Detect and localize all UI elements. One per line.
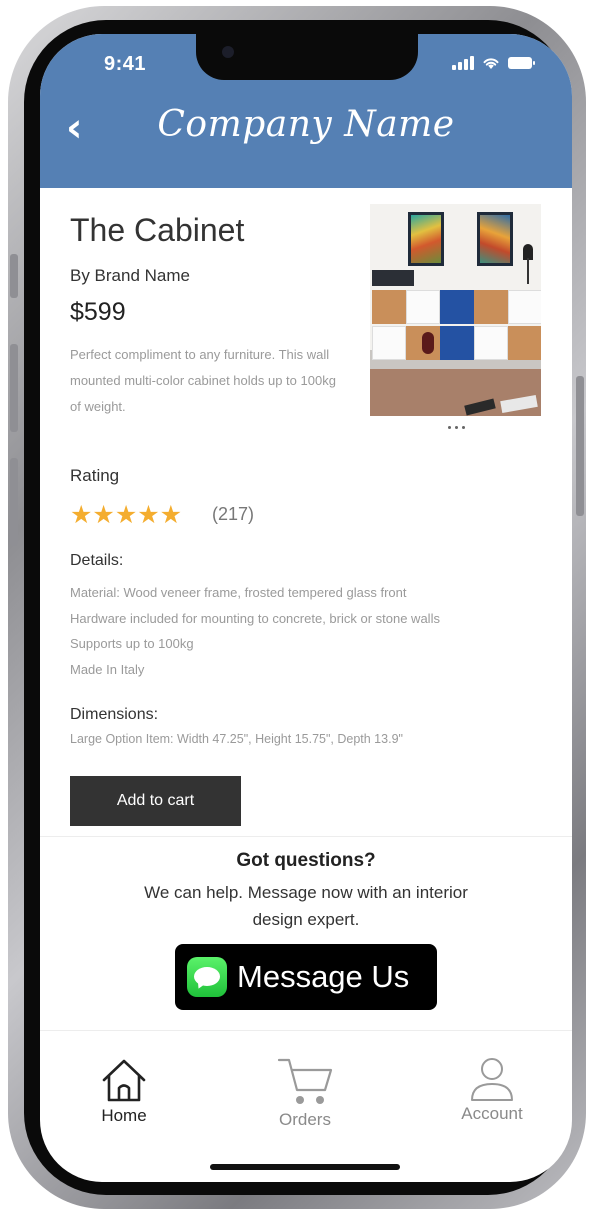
rating-count[interactable]: (217) bbox=[212, 504, 254, 525]
message-us-label: Message Us bbox=[237, 959, 410, 994]
carousel-dots[interactable] bbox=[448, 426, 465, 429]
image-cabinet-cell bbox=[372, 326, 406, 360]
tab-home[interactable]: Home bbox=[64, 1056, 184, 1126]
product-description: Perfect compliment to any furniture. Thi… bbox=[70, 347, 336, 414]
home-icon bbox=[102, 1059, 146, 1102]
product-brand: By Brand Name bbox=[70, 266, 190, 285]
dimensions-label: Dimensions: bbox=[70, 706, 159, 723]
details-item: Supports up to 100kg bbox=[70, 636, 194, 651]
details-item: Hardware included for mounting to concre… bbox=[70, 610, 440, 626]
signal-icon bbox=[452, 56, 474, 70]
questions-text: We can help. Message now with an interio… bbox=[144, 883, 468, 929]
wifi-icon bbox=[483, 58, 499, 69]
message-us-button[interactable]: Message Us bbox=[175, 944, 437, 1010]
image-artwork bbox=[477, 212, 513, 266]
tab-home-label: Home bbox=[101, 1106, 147, 1125]
image-cabinet-cell bbox=[508, 326, 541, 360]
messages-icon bbox=[187, 957, 227, 997]
cart-icon bbox=[277, 1058, 333, 1104]
image-cabinet-cell bbox=[440, 326, 474, 360]
product-title: The Cabinet bbox=[70, 212, 245, 248]
volume-down-button bbox=[10, 458, 18, 546]
app-screen: 9:41 ‹ Company Name The Cabinet By Brand… bbox=[40, 34, 572, 1182]
image-cabinet-cell bbox=[474, 290, 508, 324]
image-vase bbox=[422, 332, 434, 354]
mute-switch bbox=[10, 254, 18, 298]
add-to-cart-button[interactable]: Add to cart bbox=[70, 776, 241, 826]
tab-account-label: Account bbox=[461, 1104, 523, 1123]
image-cabinet-cell bbox=[474, 326, 508, 360]
company-name: Company Name bbox=[157, 104, 455, 145]
volume-up-button bbox=[10, 344, 18, 432]
camera-icon bbox=[222, 46, 234, 58]
details-list: Material: Wood veneer frame, frosted tem… bbox=[70, 580, 440, 682]
details-label: Details: bbox=[70, 552, 124, 569]
questions-title: Got questions? bbox=[236, 850, 376, 871]
image-cabinet-cell bbox=[508, 290, 541, 324]
tab-orders-label: Orders bbox=[279, 1110, 331, 1129]
image-cabinet-cell bbox=[372, 290, 406, 324]
product-price: $599 bbox=[70, 298, 126, 326]
product-image[interactable] bbox=[370, 204, 541, 416]
image-radio bbox=[372, 270, 414, 286]
home-indicator[interactable] bbox=[210, 1164, 400, 1170]
star-rating: ★★★★★ bbox=[70, 500, 183, 529]
battery-icon bbox=[508, 57, 535, 69]
rating-label: Rating bbox=[70, 466, 120, 485]
status-icons bbox=[452, 56, 535, 70]
tab-orders[interactable]: Orders bbox=[245, 1056, 365, 1130]
divider bbox=[40, 1030, 572, 1031]
status-time: 9:41 bbox=[104, 53, 147, 75]
details-item: Made In Italy bbox=[70, 661, 145, 677]
dimensions-text: Large Option Item: Width 47.25", Height … bbox=[70, 732, 403, 746]
app-header: 9:41 ‹ Company Name bbox=[40, 34, 572, 188]
image-cabinet-cell bbox=[440, 290, 474, 324]
image-artwork bbox=[408, 212, 444, 266]
image-lamp-stem bbox=[527, 258, 529, 284]
image-cabinet-cell bbox=[406, 290, 440, 324]
divider bbox=[40, 836, 572, 837]
power-button bbox=[576, 376, 584, 516]
user-icon bbox=[471, 1058, 513, 1101]
tab-account[interactable]: Account bbox=[432, 1056, 552, 1124]
details-item: Material: Wood veneer frame, frosted tem… bbox=[70, 585, 407, 600]
